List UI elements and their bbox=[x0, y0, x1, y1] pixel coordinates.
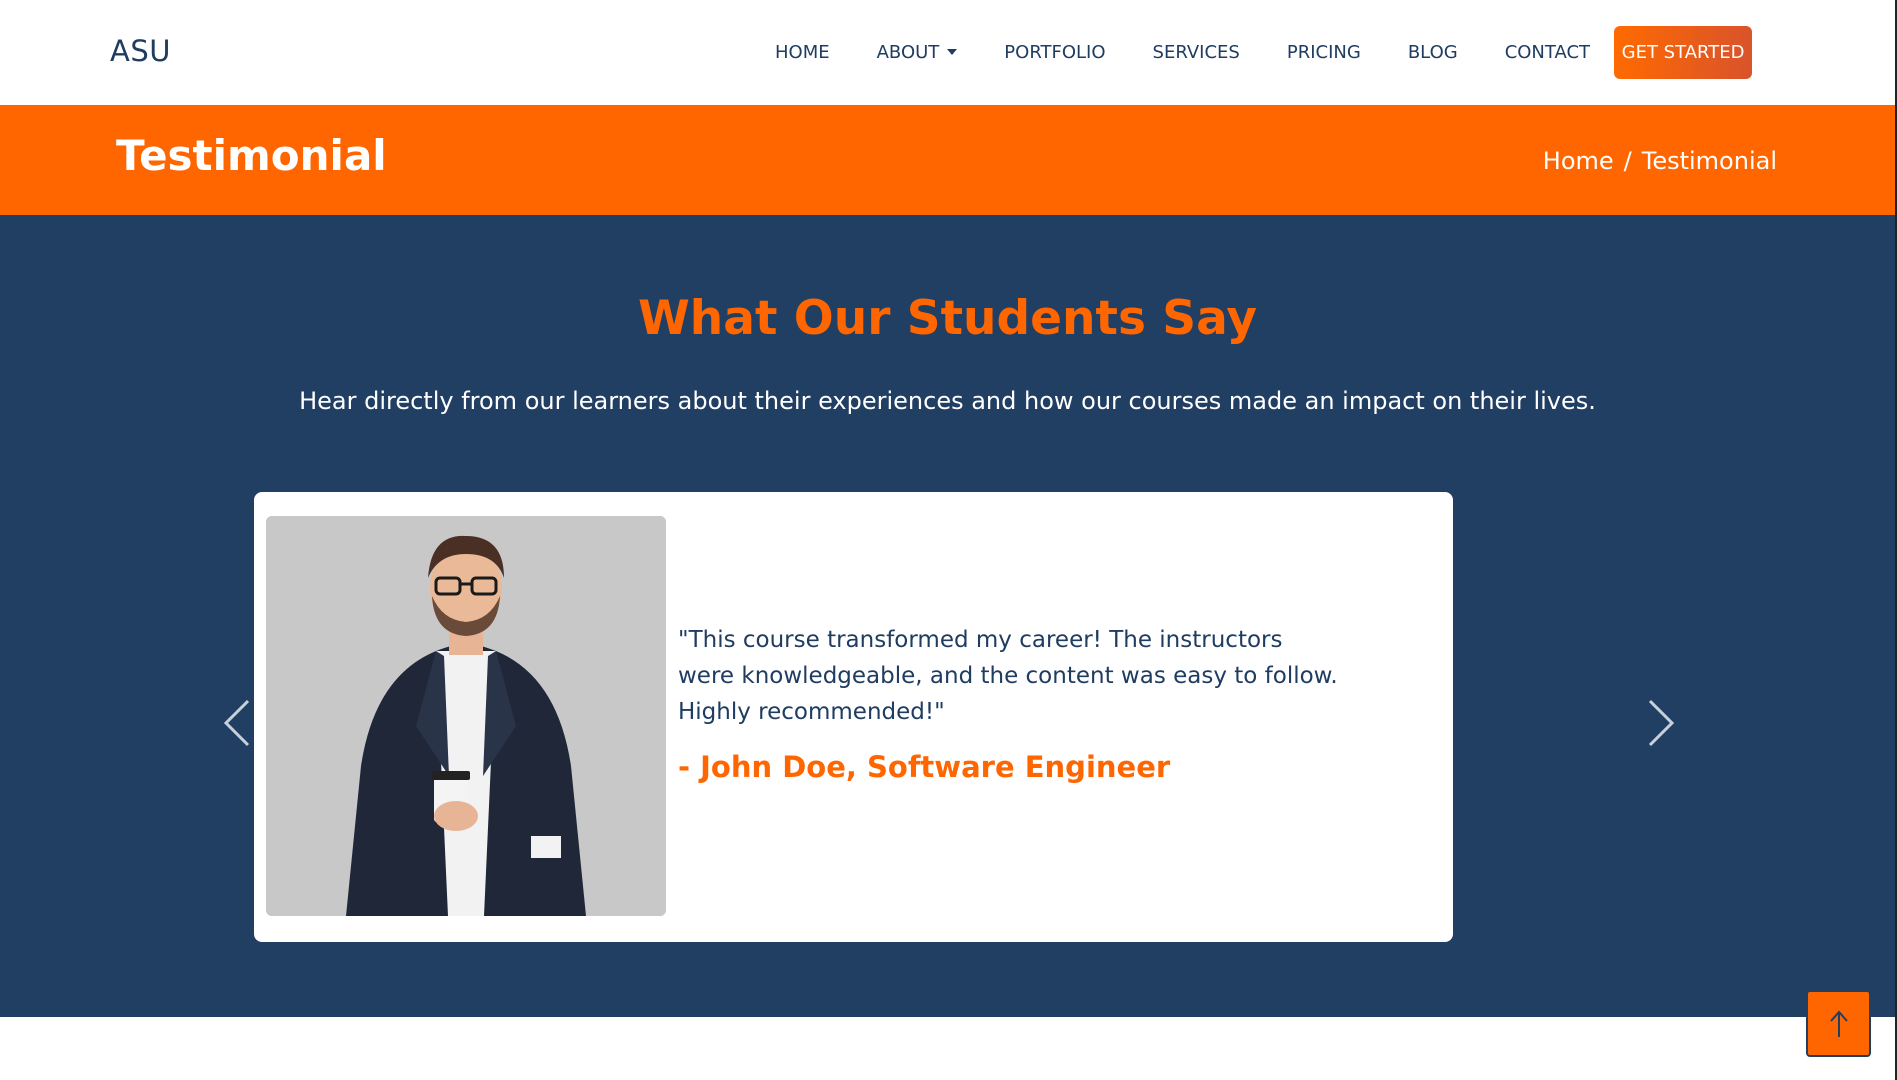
main-nav: Home About Portfolio Services Pricing Bl… bbox=[775, 25, 1753, 79]
testimonial-card: "This course transformed my career! The … bbox=[254, 492, 1453, 942]
chevron-left-icon bbox=[223, 699, 250, 747]
section-subheading: Hear directly from our learners about th… bbox=[299, 387, 1596, 415]
arrow-up-icon bbox=[1829, 1009, 1848, 1037]
carousel-next-button[interactable] bbox=[1640, 693, 1680, 753]
breadcrumb-separator: / bbox=[1623, 147, 1632, 175]
testimonial-section: What Our Students Say Hear directly from… bbox=[0, 215, 1895, 1017]
testimonial-author: - John Doe, Software Engineer bbox=[678, 750, 1171, 784]
breadcrumb-current: Testimonial bbox=[1641, 147, 1777, 175]
page-banner: Testimonial Home / Testimonial bbox=[0, 105, 1895, 215]
back-to-top-button[interactable] bbox=[1806, 990, 1871, 1057]
page: ASU Home About Portfolio Services Pricin… bbox=[0, 0, 1897, 1080]
get-started-button[interactable]: Get Started bbox=[1614, 25, 1753, 79]
student-photo bbox=[266, 516, 666, 916]
page-title: Testimonial bbox=[116, 131, 387, 180]
nav-item-blog[interactable]: Blog bbox=[1408, 42, 1458, 63]
nav-item-label: About bbox=[876, 41, 940, 63]
breadcrumb-home-link[interactable]: Home bbox=[1543, 147, 1614, 175]
nav-item-about[interactable]: About bbox=[877, 42, 958, 63]
student-portrait-image bbox=[266, 516, 666, 916]
chevron-right-icon bbox=[1648, 699, 1675, 747]
nav-item-label: Services bbox=[1152, 41, 1240, 63]
nav-item-label: Home bbox=[775, 41, 830, 63]
top-navbar: ASU Home About Portfolio Services Pricin… bbox=[0, 0, 1897, 105]
nav-item-home[interactable]: Home bbox=[775, 42, 830, 63]
section-heading: What Our Students Say bbox=[637, 291, 1258, 346]
nav-item-label: Contact bbox=[1504, 41, 1591, 63]
caret-down-icon bbox=[947, 49, 958, 55]
carousel-prev-button[interactable] bbox=[218, 693, 258, 753]
testimonial-quote: "This course transformed my career! The … bbox=[678, 627, 1338, 725]
nav-item-label: Blog bbox=[1407, 41, 1458, 63]
nav-item-services[interactable]: Services bbox=[1153, 42, 1240, 63]
brand-logo[interactable]: ASU bbox=[110, 34, 171, 68]
nav-item-contact[interactable]: Contact bbox=[1505, 42, 1590, 63]
nav-item-pricing[interactable]: Pricing bbox=[1287, 42, 1361, 63]
nav-item-portfolio[interactable]: Portfolio bbox=[1004, 42, 1105, 63]
nav-item-label: Pricing bbox=[1286, 41, 1361, 63]
nav-item-label: Portfolio bbox=[1004, 41, 1106, 63]
breadcrumb: Home / Testimonial bbox=[1543, 147, 1777, 175]
